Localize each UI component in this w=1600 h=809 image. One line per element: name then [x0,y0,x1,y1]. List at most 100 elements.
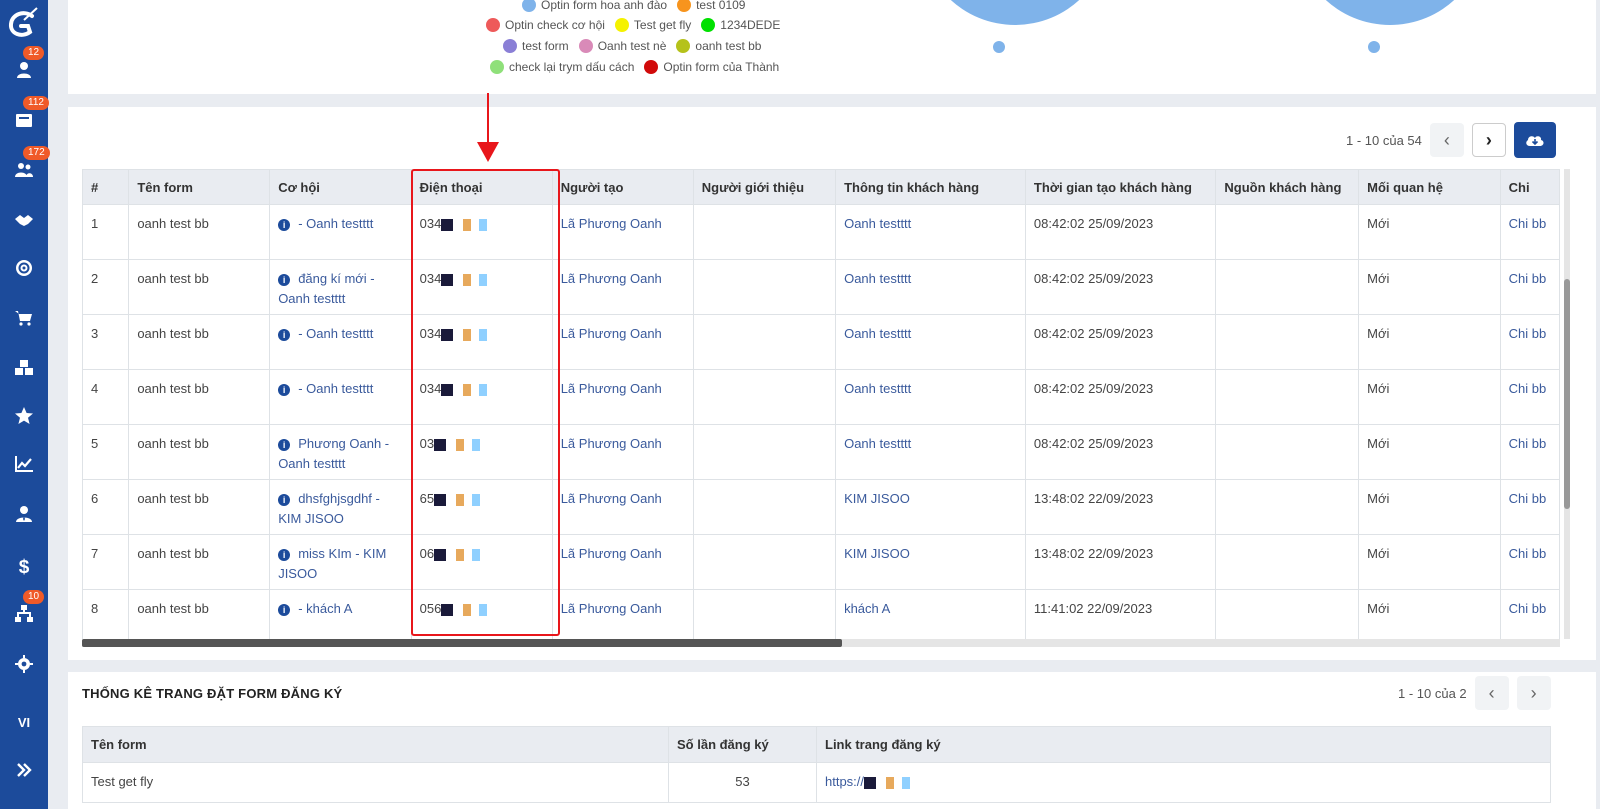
column-header[interactable]: Tên form [82,726,669,763]
detail-link[interactable]: Chi bb [1499,204,1560,260]
created-time-cell: 13:48:02 22/09/2023 [1024,479,1217,535]
column-header[interactable]: Chi [1499,169,1560,205]
legend-item[interactable]: Optin form của Thành [644,60,779,74]
expand-sidebar-button[interactable] [0,752,48,788]
opportunity-link[interactable]: i- Oanh testttt [269,314,412,370]
creator-link[interactable]: Lã Phương Oanh [551,369,694,425]
table-row[interactable]: 1 oanh test bb i - Oanh testttt 034 Lã Phương… [82,204,1560,260]
legend-item[interactable]: Optin check cơ hội [486,18,605,32]
sidebar-item-user[interactable]: 12 [0,46,48,88]
stats-next-page-button[interactable]: › [1516,676,1551,710]
detail-link[interactable]: Chi bb [1499,534,1560,590]
sidebar-item-users[interactable]: 172 [0,146,50,188]
column-header[interactable]: Thông tin khách hàng [835,169,1026,205]
customer-link[interactable]: Oanh testttt [835,259,1026,315]
table-row[interactable]: 6 oanh test bb i dhsfghjsgdhf - KIM JISOO 65… [82,479,1560,535]
table-row[interactable]: 8 oanh test bb i - khách A 056 Lã Phương Oanh… [82,589,1560,645]
sidebar-item-user-tie[interactable] [0,496,48,532]
legend-item[interactable]: test form [503,39,569,53]
info-icon[interactable]: i [278,439,291,451]
table-row[interactable]: 7 oanh test bb i miss KIm - KIM JISOO 06 Lã P… [82,534,1560,590]
vertical-scrollbar[interactable] [1564,169,1570,639]
legend-item[interactable]: check lại trym dấu cách [490,60,634,74]
download-button[interactable] [1513,122,1556,158]
column-header[interactable]: Tên form [128,169,271,205]
detail-link[interactable]: Chi bb [1499,314,1560,370]
legend-item[interactable]: Oanh test nè [578,39,666,53]
registration-link[interactable]: https:// [816,762,1551,803]
opportunity-link[interactable]: i- Oanh testttt [269,369,412,425]
column-header[interactable]: Mối quan hệ [1358,169,1501,205]
creator-link[interactable]: Lã Phương Oanh [551,479,694,535]
detail-link[interactable]: Chi bb [1499,369,1560,425]
horizontal-scroll-thumb[interactable] [82,639,842,647]
opportunity-link[interactable]: i- khách A [269,589,412,645]
creator-link[interactable]: Lã Phương Oanh [551,424,694,480]
opportunity-link[interactable]: i dhsfghjsgdhf - KIM JISOO [269,479,412,535]
horizontal-scrollbar[interactable] [82,639,1560,647]
info-icon[interactable]: i [278,219,291,231]
info-icon[interactable]: i [278,384,291,396]
legend-item[interactable]: Test get fly [614,18,691,32]
detail-link[interactable]: Chi bb [1499,259,1560,315]
customer-link[interactable]: Oanh testttt [835,314,1026,370]
sidebar-item-chart-line[interactable] [0,446,48,482]
creator-link[interactable]: Lã Phương Oanh [551,259,694,315]
sidebar-item-gear[interactable] [0,646,48,682]
sidebar-item-cart[interactable] [0,300,48,336]
customer-link[interactable]: khách A [835,589,1026,645]
column-header[interactable]: Số lần đăng ký [668,726,817,763]
sidebar-item-target[interactable] [0,250,48,286]
table-row[interactable]: 4 oanh test bb i - Oanh testttt 034 Lã Phương… [82,369,1560,425]
info-icon[interactable]: i [278,329,291,341]
creator-link[interactable]: Lã Phương Oanh [551,204,694,260]
legend-item[interactable]: 1234DEDE [701,18,780,32]
sidebar-item-star[interactable] [0,398,48,434]
opportunity-link[interactable]: i đăng kí mới - Oanh testttt [269,259,412,315]
language-switch[interactable]: VI [0,704,48,740]
sidebar-item-dollar[interactable]: $ [0,548,48,584]
table-row[interactable]: 2 oanh test bb i đăng kí mới - Oanh testttt… [82,259,1560,315]
detail-link[interactable]: Chi bb [1499,424,1560,480]
customer-link[interactable]: Oanh testttt [835,424,1026,480]
info-icon[interactable]: i [278,549,291,561]
leads-table-wrapper[interactable]: # Tên form Cơ hội Điện thoại Người tạo Người … [82,169,1560,647]
column-header[interactable]: Người tạo [551,169,694,205]
detail-link[interactable]: Chi bb [1499,589,1560,645]
opportunity-link[interactable]: i Phương Oanh - Oanh testttt [269,424,412,480]
customer-link[interactable]: KIM JISOO [835,479,1026,535]
prev-page-button[interactable]: ‹ [1429,123,1464,157]
column-header[interactable]: Thời gian tạo khách hàng [1024,169,1217,205]
customer-link[interactable]: KIM JISOO [835,534,1026,590]
detail-link[interactable]: Chi bb [1499,479,1560,535]
table-row[interactable]: Test get fly 53 https:// [82,762,1551,803]
column-header[interactable]: Link trang đăng ký [816,726,1551,763]
table-row[interactable]: 3 oanh test bb i - Oanh testttt 034 Lã Phương… [82,314,1560,370]
opportunity-link[interactable]: i miss KIm - KIM JISOO [269,534,412,590]
vertical-scroll-thumb[interactable] [1564,279,1570,509]
sidebar-item-cubes[interactable] [0,350,48,386]
sidebar-item-inbox[interactable]: 112 [0,96,49,138]
creator-link[interactable]: Lã Phương Oanh [551,314,694,370]
creator-link[interactable]: Lã Phương Oanh [551,534,694,590]
stats-prev-page-button[interactable]: ‹ [1474,676,1509,710]
legend-item[interactable]: Optin form hoa anh đào [522,0,667,12]
legend-item[interactable]: test 0109 [677,0,745,12]
creator-link[interactable]: Lã Phương Oanh [551,589,694,645]
column-header[interactable]: Nguồn khách hàng [1215,169,1360,205]
customer-link[interactable]: Oanh testttt [835,369,1026,425]
column-header[interactable]: Cơ hội [269,169,412,205]
next-page-button[interactable]: › [1471,123,1506,157]
info-icon[interactable]: i [278,494,291,506]
sidebar-item-sitemap[interactable]: 10 [0,590,48,632]
column-header[interactable]: # [82,169,130,205]
customer-link[interactable]: Oanh testttt [835,204,1026,260]
info-icon[interactable]: i [278,274,291,286]
info-icon[interactable]: i [278,604,291,616]
table-row[interactable]: 5 oanh test bb i Phương Oanh - Oanh testttt… [82,424,1560,480]
column-header[interactable]: Người giới thiệu [692,169,837,205]
sidebar-item-handshake[interactable] [0,202,48,238]
legend-item[interactable]: oanh test bb [676,39,761,53]
app-logo-icon[interactable] [4,4,44,44]
opportunity-link[interactable]: i- Oanh testttt [269,204,412,260]
